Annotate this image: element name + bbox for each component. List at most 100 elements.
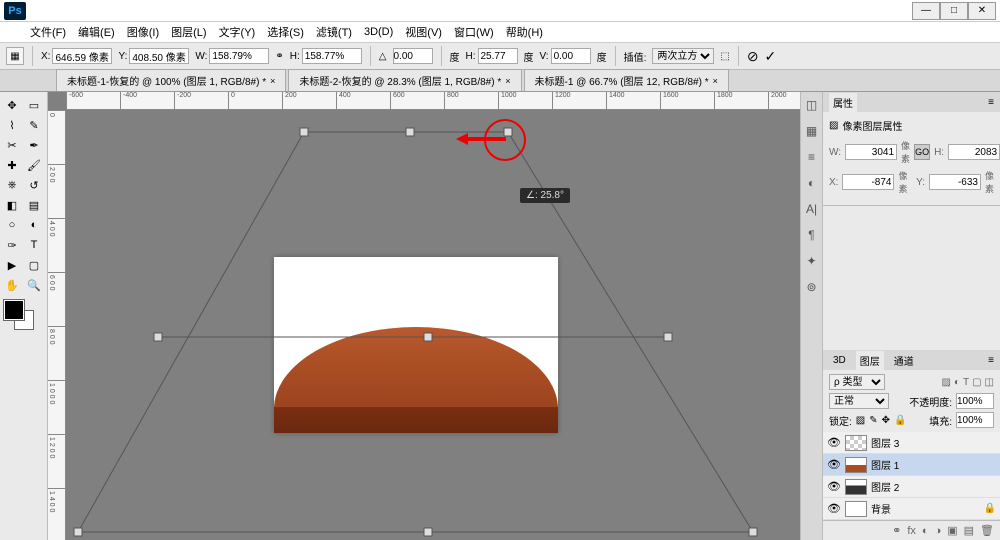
blur-tool[interactable]: ○ xyxy=(2,216,22,234)
cancel-transform-icon[interactable]: ⊘ xyxy=(747,48,759,65)
filter-shape-icon[interactable]: ▢ xyxy=(972,377,981,388)
gradient-tool[interactable]: ▤ xyxy=(24,196,44,214)
layer-item[interactable]: 👁 图层 2 xyxy=(823,476,1000,498)
visibility-icon[interactable]: 👁 xyxy=(827,458,841,471)
layer-mask-icon[interactable]: ◐ xyxy=(922,525,929,537)
move-tool[interactable]: ✥ xyxy=(2,96,22,114)
zoom-tool[interactable]: 🔍 xyxy=(24,276,44,294)
character-panel-icon[interactable]: A| xyxy=(806,202,817,216)
menu-file[interactable]: 文件(F) xyxy=(30,24,66,40)
adjustments-panel-icon[interactable]: ◐ xyxy=(808,176,815,190)
menu-select[interactable]: 选择(S) xyxy=(267,24,304,40)
blend-mode-select[interactable]: 正常 xyxy=(829,393,889,409)
filter-type-icon[interactable]: T xyxy=(963,377,969,388)
vskew-field[interactable] xyxy=(551,48,591,64)
doc-tab-2[interactable]: 未标题-2-恢复的 @ 28.3% (图层 1, RGB/8#) *× xyxy=(288,69,521,91)
fill-field[interactable] xyxy=(956,412,994,428)
tab-channels[interactable]: 通道 xyxy=(890,351,918,370)
swatches-panel-icon[interactable]: ≡ xyxy=(808,150,815,164)
opacity-field[interactable] xyxy=(956,393,994,409)
prop-w-field[interactable] xyxy=(845,144,897,160)
warp-icon[interactable]: ⬚ xyxy=(720,51,729,62)
new-layer-icon[interactable]: ▤ xyxy=(964,524,974,537)
group-icon[interactable]: ▣ xyxy=(947,524,957,537)
layer-thumb[interactable] xyxy=(845,479,867,495)
eyedropper-tool[interactable]: ✒ xyxy=(24,136,44,154)
prop-y-field[interactable] xyxy=(929,174,981,190)
minimize-button[interactable]: — xyxy=(912,2,940,20)
layer-thumb[interactable] xyxy=(845,457,867,473)
type-tool[interactable]: T xyxy=(24,236,44,254)
lasso-tool[interactable]: ⌇ xyxy=(2,116,22,134)
h-field[interactable] xyxy=(302,48,362,64)
tab-3d[interactable]: 3D xyxy=(829,353,850,368)
tab-layers[interactable]: 图层 xyxy=(856,351,884,370)
crop-tool[interactable]: ✂ xyxy=(2,136,22,154)
color-panel-icon[interactable]: ▦ xyxy=(806,124,817,138)
filter-smart-icon[interactable]: ◫ xyxy=(985,377,994,388)
lock-pos-icon[interactable]: ✥ xyxy=(882,415,890,426)
close-icon[interactable]: × xyxy=(505,76,510,86)
layer-filter-select[interactable]: ρ 类型 xyxy=(829,374,885,390)
interp-select[interactable]: 两次立方 xyxy=(652,48,714,64)
menu-view[interactable]: 视图(V) xyxy=(405,24,442,40)
stamp-tool[interactable]: ⎈ xyxy=(2,176,22,194)
layer-name[interactable]: 背景 xyxy=(871,501,891,516)
quick-select-tool[interactable]: ✎ xyxy=(24,116,44,134)
transform-ref-icon[interactable]: ▦ xyxy=(6,47,24,65)
layer-name[interactable]: 图层 1 xyxy=(871,457,899,472)
paragraph-panel-icon[interactable]: ¶ xyxy=(808,228,814,242)
menu-3d[interactable]: 3D(D) xyxy=(364,26,393,38)
history-brush-tool[interactable]: ↺ xyxy=(24,176,44,194)
properties-tab[interactable]: 属性 xyxy=(829,93,857,112)
canvas-area[interactable]: -600-400-2000200400600800100012001400160… xyxy=(48,92,800,540)
maximize-button[interactable]: □ xyxy=(940,2,968,20)
link-layers-icon[interactable]: ⚭ xyxy=(892,524,901,537)
y-field[interactable] xyxy=(129,48,189,64)
menu-window[interactable]: 窗口(W) xyxy=(454,24,494,40)
marquee-tool[interactable]: ▭ xyxy=(24,96,44,114)
link-wh-button[interactable]: GO xyxy=(914,144,930,160)
path-select-tool[interactable]: ▶ xyxy=(2,256,22,274)
layer-name[interactable]: 图层 2 xyxy=(871,479,899,494)
heal-tool[interactable]: ✚ xyxy=(2,156,22,174)
angle-field[interactable] xyxy=(393,48,433,64)
layer-thumb[interactable] xyxy=(845,435,867,451)
visibility-icon[interactable]: 👁 xyxy=(827,502,841,515)
visibility-icon[interactable]: 👁 xyxy=(827,480,841,493)
close-icon[interactable]: × xyxy=(270,76,275,86)
shape-tool[interactable]: ▢ xyxy=(24,256,44,274)
prop-x-field[interactable] xyxy=(842,174,894,190)
history-panel-icon[interactable]: ◫ xyxy=(806,98,817,112)
libraries-panel-icon[interactable]: ⊚ xyxy=(806,280,816,294)
layer-item[interactable]: 👁背景🔒 xyxy=(823,498,1000,520)
hskew-field[interactable] xyxy=(478,48,518,64)
commit-transform-icon[interactable]: ✓ xyxy=(765,48,777,65)
hand-tool[interactable]: ✋ xyxy=(2,276,22,294)
filter-pixel-icon[interactable]: ▨ xyxy=(941,377,950,388)
menu-image[interactable]: 图像(I) xyxy=(127,24,159,40)
fg-color-swatch[interactable] xyxy=(4,300,24,320)
close-icon[interactable]: × xyxy=(713,76,718,86)
lock-trans-icon[interactable]: ▨ xyxy=(856,415,865,426)
menu-layer[interactable]: 图层(L) xyxy=(171,24,206,40)
styles-panel-icon[interactable]: ✦ xyxy=(806,254,816,268)
layer-thumb[interactable] xyxy=(845,501,867,517)
prop-h-field[interactable] xyxy=(948,144,1000,160)
layer-style-icon[interactable]: fx xyxy=(907,525,916,537)
layer-name[interactable]: 图层 3 xyxy=(871,435,899,450)
w-field[interactable] xyxy=(209,48,269,64)
panel-menu-icon[interactable]: ≡ xyxy=(988,355,994,366)
lock-all-icon[interactable]: 🔒 xyxy=(894,415,906,426)
filter-adjust-icon[interactable]: ◐ xyxy=(954,377,960,388)
panel-menu-icon[interactable]: ≡ xyxy=(988,97,994,108)
link-wh-icon[interactable]: ⚭ xyxy=(275,51,283,62)
doc-tab-3[interactable]: 未标题-1 @ 66.7% (图层 12, RGB/8#) *× xyxy=(524,69,729,91)
menu-edit[interactable]: 编辑(E) xyxy=(78,24,115,40)
lock-paint-icon[interactable]: ✎ xyxy=(869,415,877,426)
menu-filter[interactable]: 滤镜(T) xyxy=(316,24,352,40)
layer-item[interactable]: 👁 图层 1 xyxy=(823,454,1000,476)
pen-tool[interactable]: ✑ xyxy=(2,236,22,254)
x-field[interactable] xyxy=(52,48,112,64)
menu-help[interactable]: 帮助(H) xyxy=(506,24,543,40)
